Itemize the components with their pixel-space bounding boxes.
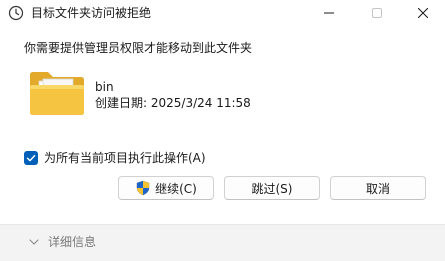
date-label: 创建日期: [95, 96, 151, 110]
permission-message: 你需要提供管理员权限才能移动到此文件夹 [24, 41, 253, 55]
apply-all-checkbox[interactable] [24, 151, 38, 165]
close-icon [418, 8, 428, 18]
maximize-icon [372, 8, 382, 18]
dialog-window: 目标文件夹访问被拒绝 你需要提供管理员权限才能移动到此文件夹 bin 创建日期:… [0, 0, 445, 261]
details-footer: 详细信息 [0, 224, 445, 261]
maximize-button [354, 0, 400, 26]
details-toggle[interactable]: 详细信息 [48, 234, 96, 250]
skip-button[interactable]: 跳过(S) [224, 176, 320, 200]
folder-icon [30, 72, 84, 115]
file-date: 创建日期: 2025/3/24 11:58 [95, 95, 251, 111]
checkmark-icon [26, 154, 36, 162]
window-title: 目标文件夹访问被拒绝 [31, 6, 152, 20]
close-button[interactable] [400, 0, 445, 26]
minimize-button[interactable] [306, 0, 352, 26]
apply-all-checkbox-row[interactable]: 为所有当前项目执行此操作(A) [24, 149, 206, 167]
title-bar[interactable]: 目标文件夹访问被拒绝 [0, 0, 445, 26]
uac-shield-icon [136, 180, 150, 196]
continue-button[interactable]: 继续(C) [118, 176, 214, 200]
chevron-down-icon[interactable] [28, 236, 40, 248]
file-name: bin [95, 80, 114, 94]
date-value: 2025/3/24 11:58 [150, 96, 251, 110]
apply-all-label[interactable]: 为所有当前项目执行此操作(A) [44, 150, 206, 166]
minimize-icon [324, 12, 334, 14]
continue-label: 继续(C) [155, 181, 197, 196]
cancel-button[interactable]: 取消 [330, 176, 426, 200]
clock-icon [8, 5, 24, 21]
